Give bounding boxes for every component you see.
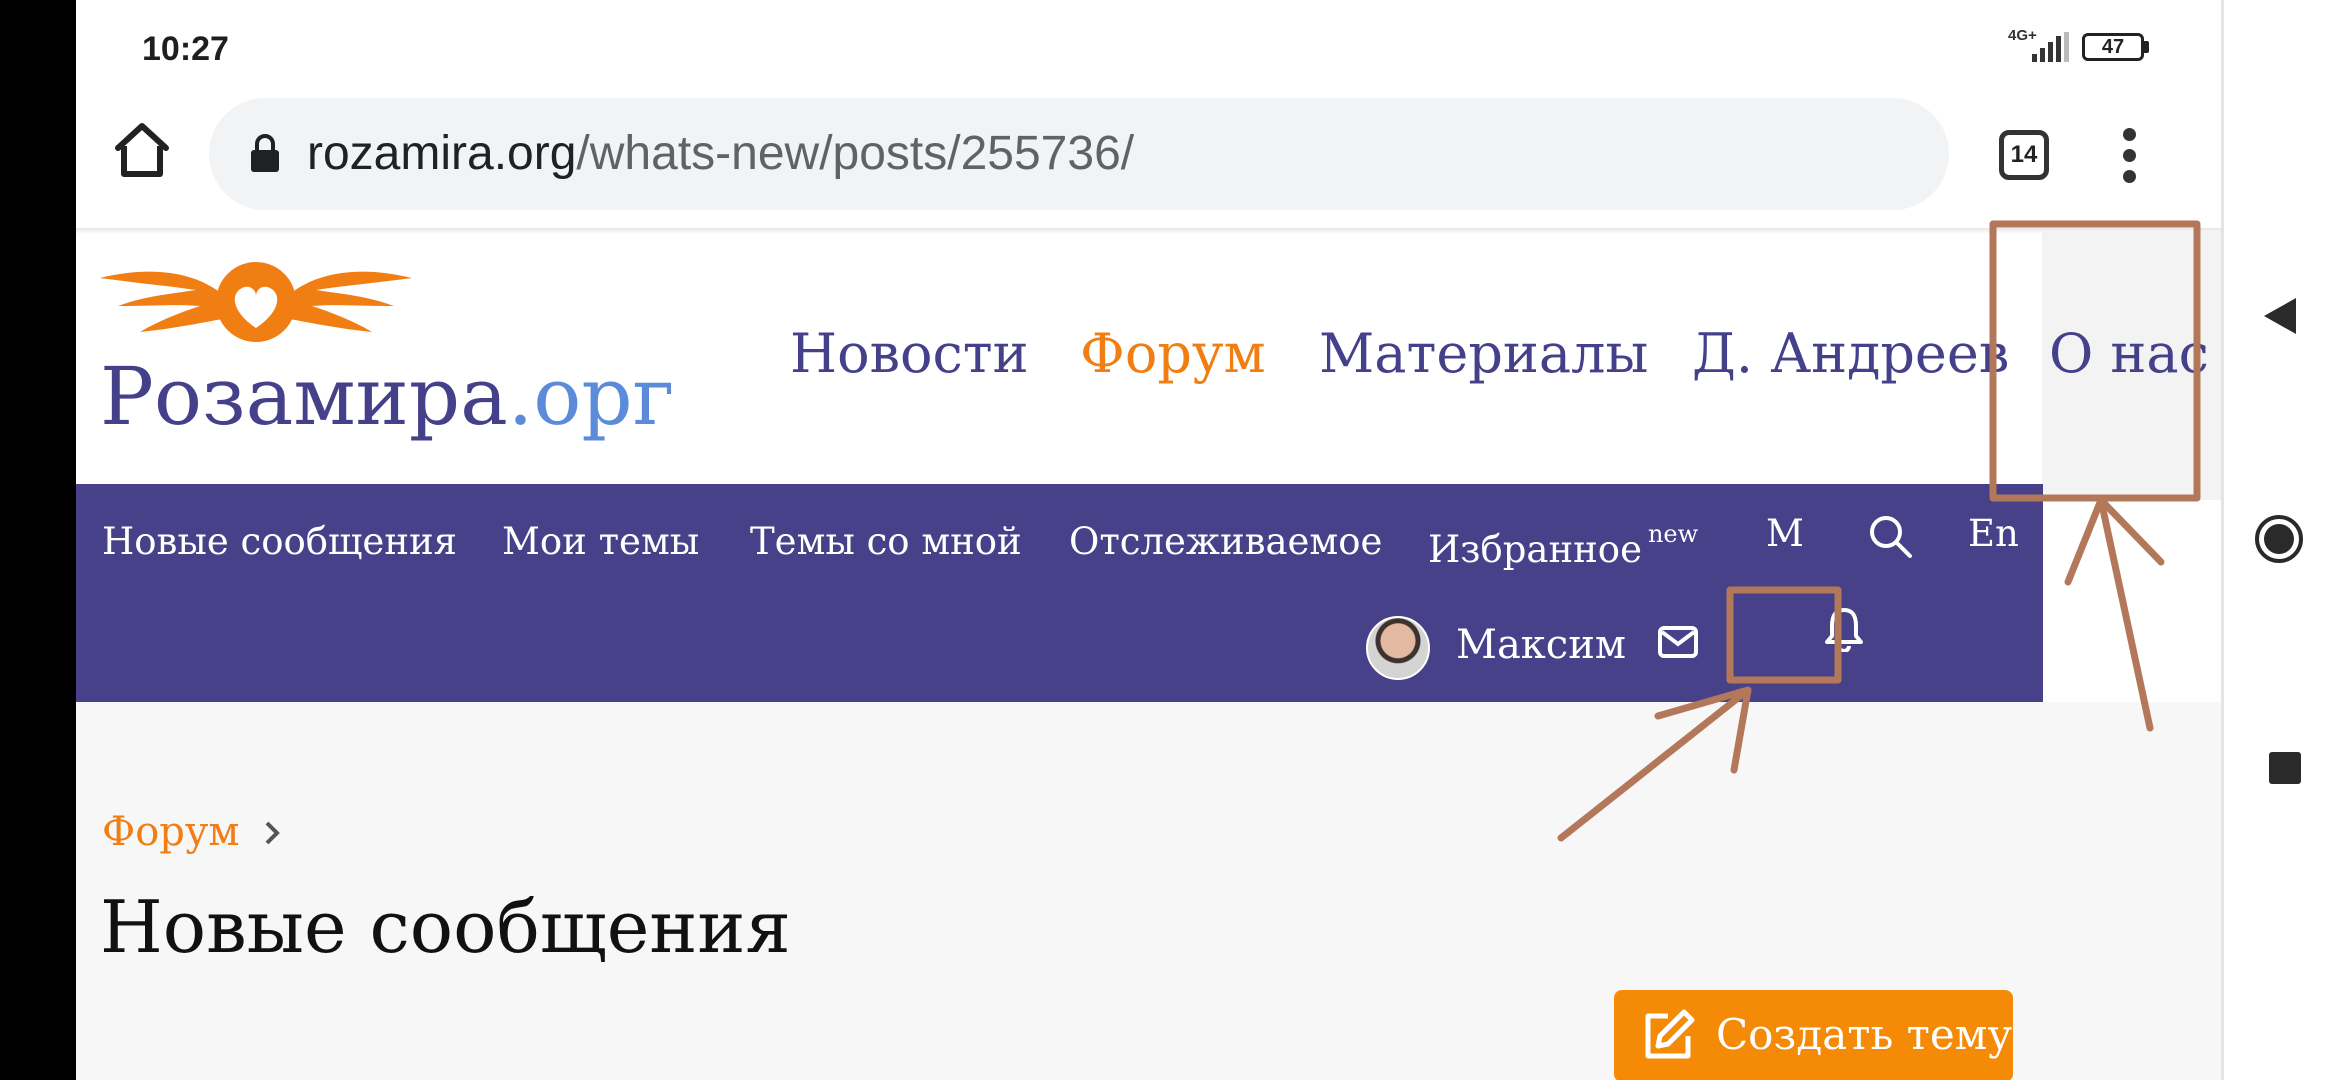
more-vert-icon[interactable] bbox=[2122, 128, 2138, 184]
site-logo[interactable] bbox=[100, 256, 412, 346]
lock-icon bbox=[251, 134, 279, 172]
subnav-m[interactable]: M bbox=[1766, 512, 1804, 555]
create-thread-label: Создать тему bbox=[1716, 1010, 2013, 1059]
back-icon[interactable] bbox=[2262, 296, 2298, 336]
edit-icon bbox=[1645, 1009, 1695, 1059]
bell-icon[interactable] bbox=[1824, 606, 1864, 652]
favorites-label: Избранное bbox=[1428, 528, 1642, 571]
page-title: Новые сообщения bbox=[100, 885, 791, 969]
subnav-my-threads[interactable]: Мои темы bbox=[502, 520, 699, 563]
url-path: /whats-new/posts/255736/ bbox=[576, 127, 1135, 180]
mail-icon[interactable] bbox=[1658, 626, 1698, 658]
recents-icon[interactable] bbox=[2269, 752, 2301, 784]
search-icon[interactable] bbox=[1868, 514, 1914, 560]
page-content: Форум Новые сообщения Создать тему bbox=[76, 702, 2221, 1080]
tabs-icon[interactable]: 14 bbox=[1999, 130, 2049, 180]
user-name[interactable]: Максим bbox=[1456, 622, 1626, 668]
home-circle-icon[interactable] bbox=[2254, 514, 2304, 564]
nav-forum[interactable]: Форум bbox=[1080, 322, 1266, 385]
android-nav-bar bbox=[2221, 0, 2340, 1080]
new-badge: new bbox=[1647, 520, 1699, 548]
avatar[interactable] bbox=[1366, 616, 1430, 680]
url-domain: rozamira.org bbox=[307, 127, 577, 180]
address-bar[interactable]: rozamira.org/whats-new/posts/255736/ bbox=[209, 98, 1949, 210]
nav-andreev[interactable]: Д. Андреев bbox=[1692, 322, 2009, 385]
subnav-threads-with-me[interactable]: Темы со мной bbox=[750, 520, 1022, 563]
site-brand[interactable]: Розамира.орг bbox=[100, 350, 675, 443]
home-icon[interactable] bbox=[112, 120, 172, 180]
breadcrumb[interactable]: Форум bbox=[102, 809, 240, 855]
battery-icon: 47 bbox=[2082, 33, 2144, 61]
nav-about[interactable]: О нас bbox=[2049, 322, 2209, 385]
phone-screen: 10:27 4G+ 47 rozamira.org/whats-new/post… bbox=[76, 0, 2221, 1080]
battery-tip bbox=[2144, 41, 2149, 53]
create-thread-button[interactable]: Создать тему bbox=[1614, 990, 2013, 1080]
nav-news[interactable]: Новости bbox=[790, 322, 1029, 385]
status-time: 10:27 bbox=[142, 30, 229, 68]
brand-tld: .орг bbox=[507, 350, 675, 443]
signal-icon bbox=[2032, 32, 2069, 62]
url-text[interactable]: rozamira.org/whats-new/posts/255736/ bbox=[307, 126, 1134, 182]
annotation-arrow-about bbox=[2064, 496, 2165, 732]
brand-name: Розамира bbox=[100, 350, 508, 443]
forum-subnav: Новые сообщения Мои темы Темы со мной От… bbox=[76, 484, 2043, 702]
toolbar-divider bbox=[76, 228, 2221, 234]
language-switch[interactable]: En bbox=[1968, 512, 2019, 555]
subnav-watched[interactable]: Отслеживаемое bbox=[1069, 520, 1382, 563]
chevron-right-icon bbox=[265, 821, 280, 845]
nav-materials[interactable]: Материалы bbox=[1319, 322, 1648, 385]
subnav-new-messages[interactable]: Новые сообщения bbox=[102, 520, 457, 563]
subnav-favorites[interactable]: Избранное new bbox=[1428, 520, 1698, 571]
